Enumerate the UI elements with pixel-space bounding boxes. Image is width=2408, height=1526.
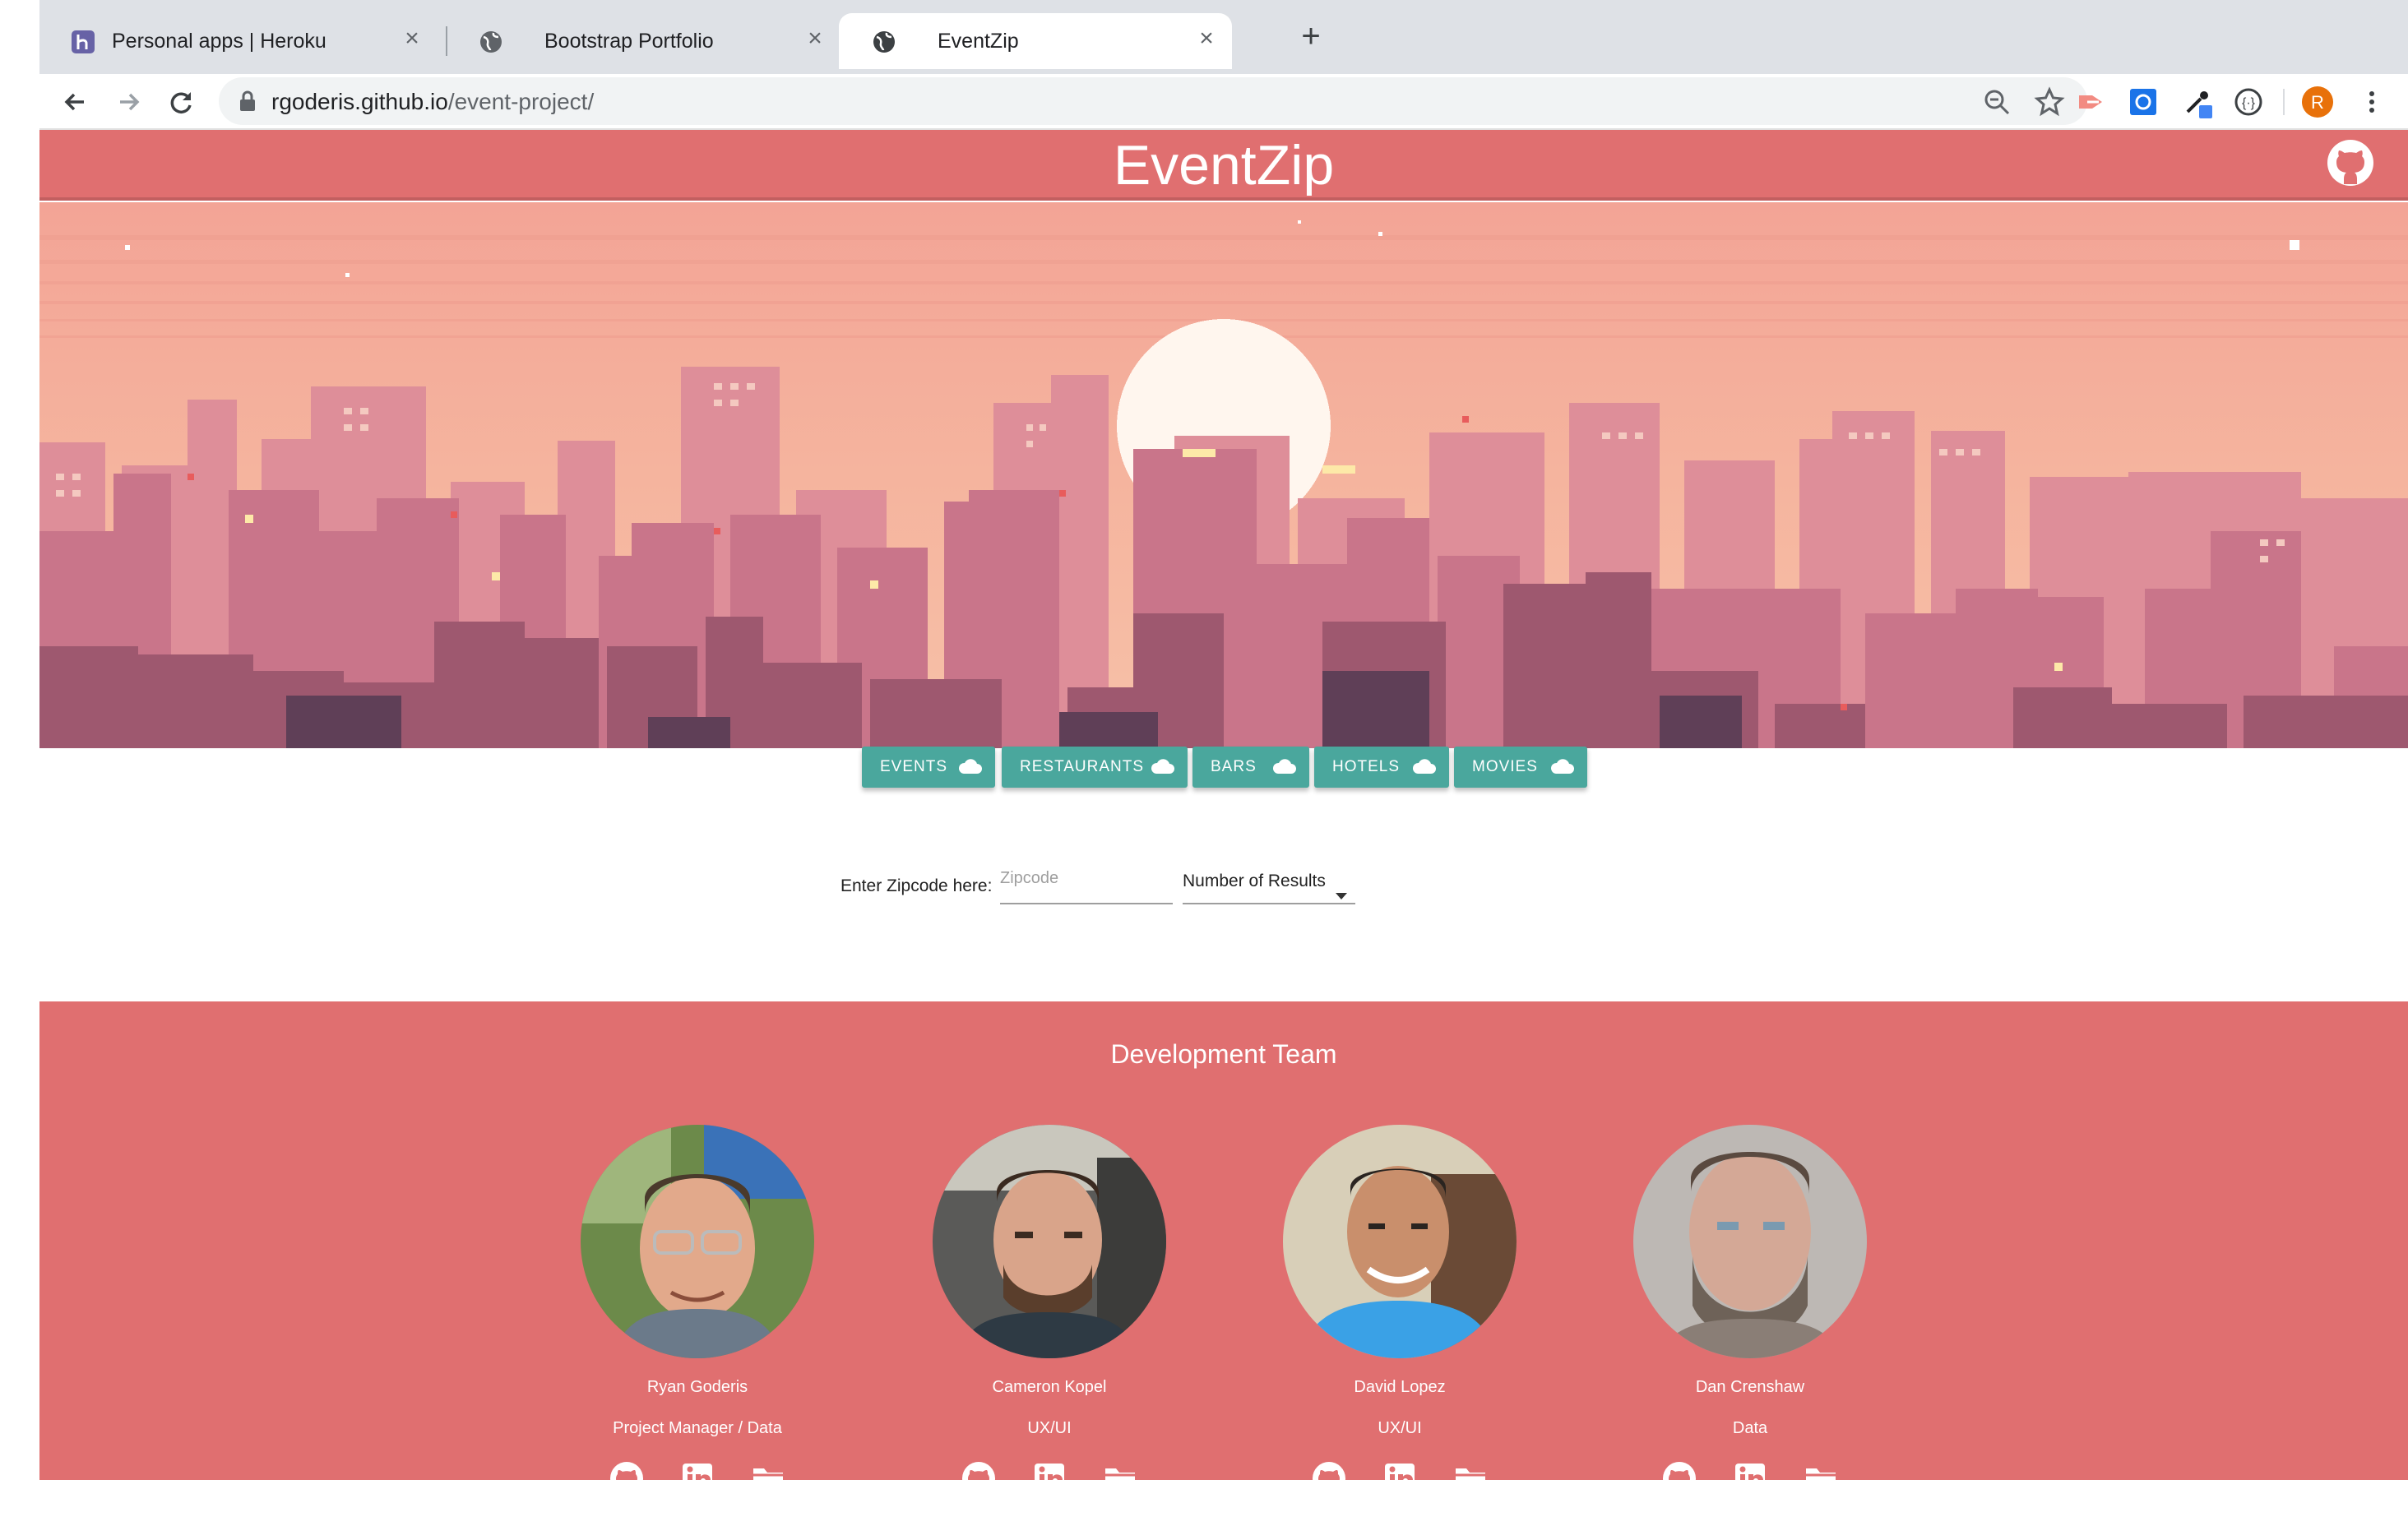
tab-title: EventZip [938,30,1019,53]
close-icon[interactable]: × [1192,25,1220,53]
extension-icon[interactable] [2074,86,2107,118]
tab-bootstrap-portfolio[interactable]: Bootstrap Portfolio × [447,13,839,69]
tab-title: Personal apps | Heroku [112,30,326,53]
reload-button[interactable] [161,82,201,122]
extension-icon[interactable]: {·} [2232,86,2265,118]
button-label: MOVIES [1472,758,1538,775]
extension-icon[interactable] [2127,86,2160,118]
results-select-value: Number of Results [1183,872,1326,890]
member-name: David Lopez [1354,1378,1446,1396]
tab-eventzip[interactable]: EventZip × [839,13,1232,69]
folder-icon[interactable] [1452,1460,1489,1480]
team-member-card: David Lopez UX/UI [1235,1125,1564,1480]
movies-button[interactable]: MOVIES [1454,747,1587,788]
zipcode-input[interactable] [1000,863,1173,904]
button-label: HOTELS [1332,758,1401,775]
linkedin-icon[interactable] [679,1460,715,1480]
svg-text:{·}: {·} [2242,96,2256,110]
folder-icon[interactable] [1102,1460,1138,1480]
cloud-icon [958,759,982,774]
section-title: Development Team [1110,1039,1337,1069]
member-name: Ryan Goderis [646,1378,748,1396]
close-icon[interactable]: × [801,25,829,53]
reload-icon [170,92,192,113]
member-role: Project Manager / Data [613,1419,782,1437]
member-role: UX/UI [1378,1419,1422,1437]
linkedin-icon[interactable] [1382,1460,1418,1480]
site-title: EventZip [1113,134,1335,197]
cloud-icon [1151,759,1174,774]
linkedin-icon[interactable] [1031,1460,1067,1480]
arrow-right-icon [120,93,140,111]
number-of-results-select[interactable]: Number of Results [1183,863,1355,904]
folder-icon[interactable] [750,1460,786,1480]
url-text: rgoderis.github.io/event-project/ [271,89,595,114]
arrow-left-icon [64,93,84,111]
browser-tabstrip: Personal apps | Heroku × Bootstrap Portf… [39,0,2408,74]
star-icon[interactable] [2033,86,2066,118]
events-button[interactable]: EVENTS [862,747,995,788]
avatar [933,1125,1166,1358]
folder-icon[interactable] [1803,1460,1839,1480]
member-name: Cameron Kopel [992,1378,1107,1396]
github-icon[interactable] [961,1460,997,1480]
new-tab-button[interactable]: + [1294,20,1327,54]
cloud-icon [1412,759,1436,774]
team-member-card: Cameron Kopel UX/UI [885,1125,1214,1480]
github-icon[interactable] [1311,1460,1347,1480]
avatar [1633,1125,1867,1358]
team-member-card: Ryan Goderis Project Manager / Data [533,1125,862,1480]
close-icon[interactable]: × [398,25,426,53]
globe-icon [872,30,896,54]
button-label: RESTAURANTS [1020,758,1145,775]
cloud-icon [1550,759,1574,774]
zoom-icon[interactable] [1980,86,2013,118]
team-member-card: Dan Crenshaw Data [1586,1125,1915,1480]
github-icon[interactable] [2326,138,2375,192]
cloud-icon [1272,759,1296,774]
profile-initial: R [2311,92,2324,113]
github-icon[interactable] [1661,1460,1697,1480]
development-team-section: Development Team Ryan Goderis Project Ma… [39,1001,2408,1480]
menu-icon[interactable] [2355,86,2388,118]
hotels-button[interactable]: HOTELS [1314,747,1449,788]
category-buttons: EVENTS RESTAURANTS BARS HOTELS MOVIES [862,747,1587,788]
heroku-icon [71,30,95,54]
bars-button[interactable]: BARS [1192,747,1309,788]
avatar [581,1125,814,1358]
zipcode-label: Enter Zipcode here: [840,876,993,895]
button-label: EVENTS [880,758,948,775]
site-header: EventZip [39,130,2408,201]
caret-down-icon [1336,893,1347,899]
github-icon[interactable] [609,1460,645,1480]
linkedin-icon[interactable] [1732,1460,1768,1480]
profile-avatar[interactable]: R [2301,86,2334,118]
avatar [1283,1125,1517,1358]
tab-title: Bootstrap Portfolio [544,30,714,53]
member-role: UX/UI [1027,1419,1072,1437]
address-bar[interactable]: rgoderis.github.io/event-project/ [219,77,2087,125]
lock-icon [238,90,257,116]
member-name: Dan Crenshaw [1695,1378,1805,1396]
restaurants-button[interactable]: RESTAURANTS [1002,747,1188,788]
eyedropper-icon[interactable] [2181,86,2214,118]
tab-heroku[interactable]: Personal apps | Heroku × [39,13,446,69]
member-role: Data [1732,1419,1768,1437]
hero-cityscape-image [39,202,2408,748]
globe-icon [479,30,503,54]
button-label: BARS [1211,758,1257,775]
browser-toolbar: rgoderis.github.io/event-project/ {·} R [39,74,2408,130]
toolbar-divider [2283,89,2285,115]
back-button[interactable] [56,82,95,122]
forward-button[interactable] [109,82,148,122]
